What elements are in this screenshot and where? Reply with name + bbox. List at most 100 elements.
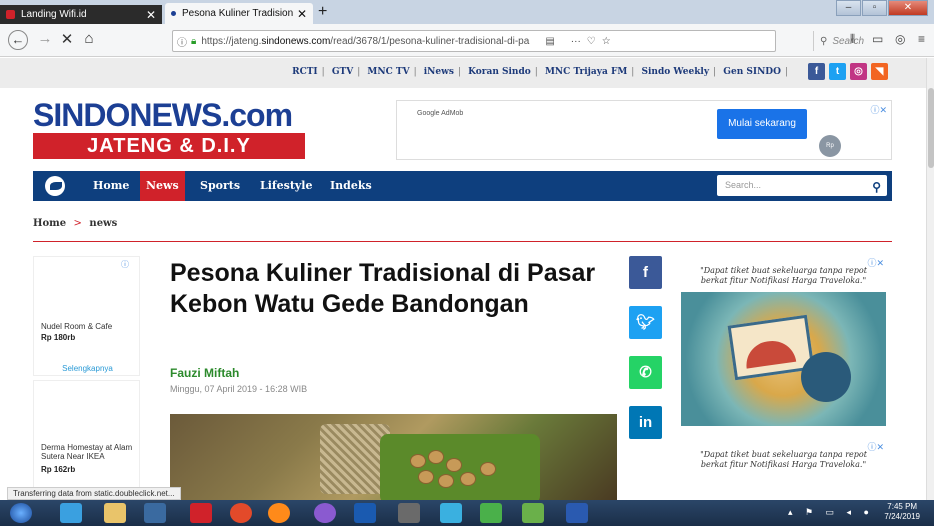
window-controls: – ▫ ✕	[836, 0, 928, 16]
share-whatsapp-button[interactable]: ✆	[629, 356, 662, 389]
close-tab-icon[interactable]: ✕	[146, 8, 156, 22]
word-icon[interactable]	[566, 503, 588, 523]
ad-cta-button[interactable]: Mulai sekarang	[717, 109, 807, 139]
right-ad-traveloka[interactable]: ⓘ✕ "Dapat tiket buat sekeluarga tanpa re…	[681, 440, 886, 500]
ad-shape	[801, 352, 851, 402]
divider	[33, 241, 892, 242]
tools-icon[interactable]	[398, 503, 420, 523]
share-facebook-button[interactable]: f	[629, 256, 662, 289]
left-ad-card[interactable]: ⓘ Nudel Room & Cafe Rp 180rb Selengkapny…	[33, 256, 140, 376]
photo-snack	[418, 470, 434, 484]
right-ad-traveloka[interactable]: ⓘ✕ "Dapat tiket buat sekeluarga tanpa re…	[681, 256, 886, 426]
page-scrollbar[interactable]	[926, 58, 934, 500]
media-player-icon[interactable]	[144, 503, 166, 523]
minimize-button[interactable]: –	[836, 0, 861, 16]
partner-link[interactable]: MNC Trijaya FM	[545, 67, 627, 77]
photo-snack	[438, 474, 454, 488]
forward-button[interactable]: →	[36, 30, 54, 47]
instagram-icon[interactable]: ◎	[850, 63, 867, 80]
nav-lifestyle[interactable]: Lifestyle	[254, 171, 319, 201]
close-tab-icon[interactable]: ✕	[297, 7, 307, 21]
top-ad-banner[interactable]: Google AdMob Mulai sekarang Rp ⓘ✕	[396, 100, 892, 160]
pocket-icon[interactable]: ♡	[587, 36, 596, 47]
file-explorer-icon[interactable]	[104, 503, 126, 523]
maximize-button[interactable]: ▫	[862, 0, 887, 16]
reader-view-icon[interactable]: ▤	[545, 36, 554, 47]
site-search-input[interactable]: Search... ⚲	[717, 175, 887, 196]
home-button[interactable]: ⌂	[80, 30, 98, 47]
library-icon[interactable]: ⫴	[850, 32, 855, 47]
tab-article[interactable]: Pesona Kuliner Tradisional di P ✕	[165, 3, 313, 24]
rss-icon[interactable]: ◥	[871, 63, 888, 80]
url-text[interactable]: https://jateng.sindonews.com/read/3678/1…	[201, 36, 531, 47]
ad-more-link[interactable]: Selengkapnya	[34, 364, 141, 373]
ad-provider: Google AdMob	[417, 110, 464, 117]
info-icon[interactable]: ⓘ	[177, 34, 187, 49]
itunes-icon[interactable]	[314, 503, 336, 523]
share-twitter-button[interactable]: 🐦︎	[629, 306, 662, 339]
ad-text: "Dapat tiket buat sekeluarga tanpa repot…	[700, 450, 867, 469]
logo-wordmark: SINDONEWS.com	[33, 97, 293, 133]
menu-icon[interactable]: ≡	[918, 32, 925, 46]
status-bar: Transferring data from static.doubleclic…	[7, 487, 181, 500]
bluetooth-icon[interactable]	[354, 503, 376, 523]
back-button[interactable]: ←	[8, 30, 28, 50]
chrome-icon[interactable]	[230, 503, 252, 523]
breadcrumb-home[interactable]: Home	[33, 218, 66, 229]
wifi-favicon-icon	[6, 10, 15, 19]
app-icon[interactable]	[440, 503, 462, 523]
nav-indeks[interactable]: Indeks	[324, 171, 378, 201]
breadcrumb-separator: >	[73, 218, 82, 229]
home-logo-icon[interactable]	[45, 176, 65, 196]
lock-icon[interactable]: 🔒︎	[191, 36, 196, 47]
ad-close-icon[interactable]: ⓘ✕	[870, 103, 887, 116]
partner-link[interactable]: MNC TV	[367, 67, 409, 77]
app-icon[interactable]	[480, 503, 502, 523]
partner-link[interactable]: Sindo Weekly	[641, 67, 709, 77]
page-actions-button[interactable]: ···	[571, 36, 581, 47]
partner-link[interactable]: GTV	[332, 67, 353, 77]
ad-listing-price: Rp 180rb	[41, 333, 76, 342]
nav-home[interactable]: Home	[87, 171, 135, 201]
twitter-icon[interactable]: t	[829, 63, 846, 80]
clock[interactable]: 7:45 PM 7/24/2019	[884, 502, 920, 522]
partner-link[interactable]: Gen SINDO	[723, 67, 781, 77]
ad-listing-name: Nudel Room & Cafe	[41, 322, 113, 331]
partner-link[interactable]: RCTI	[292, 67, 318, 77]
facebook-icon[interactable]: f	[808, 63, 825, 80]
close-window-button[interactable]: ✕	[888, 0, 928, 16]
site-logo[interactable]: SINDONEWS.com JATENG & D.I.Y	[33, 99, 305, 159]
linkedin-icon: in	[638, 414, 653, 431]
bookmark-star-icon[interactable]: ☆	[602, 36, 611, 47]
extension-icon[interactable]: ◎	[895, 32, 905, 46]
tab-landing-wifi[interactable]: Landing Wifi.id ✕	[0, 5, 162, 24]
navigation-toolbar: ← → ✕ ⌂ ⓘ 🔒︎ https://jateng.sindonews.co…	[0, 24, 934, 57]
nav-sports[interactable]: Sports	[194, 171, 246, 201]
ad-info-icon[interactable]: ⓘ	[121, 259, 129, 270]
search-icon[interactable]: ⚲	[872, 177, 881, 198]
new-tab-button[interactable]: +	[318, 3, 327, 21]
partner-link[interactable]: iNews	[424, 67, 454, 77]
scrollbar-thumb[interactable]	[928, 88, 934, 168]
partner-link[interactable]: Koran Sindo	[468, 67, 531, 77]
web-page: RCTI | GTV | MNC TV | iNews | Koran Sindo | M…	[0, 58, 926, 500]
photo-snack	[480, 462, 496, 476]
nav-news[interactable]: News	[140, 171, 185, 201]
article-photo	[170, 414, 617, 500]
app-icon[interactable]	[190, 503, 212, 523]
address-bar[interactable]: ⓘ 🔒︎ https://jateng.sindonews.com/read/3…	[172, 30, 864, 52]
share-linkedin-button[interactable]: in	[629, 406, 662, 439]
left-ad-card[interactable]: Derma Homestay at Alam Sutera Near IKEA …	[33, 380, 140, 500]
firefox-icon[interactable]	[268, 503, 290, 523]
stop-button[interactable]: ✕	[58, 30, 76, 48]
internet-explorer-icon[interactable]	[60, 503, 82, 523]
sidebar-icon[interactable]: ▭	[872, 32, 883, 46]
breadcrumb-news[interactable]: news	[89, 218, 117, 229]
ad-illustration	[681, 292, 886, 426]
tab-bar: Landing Wifi.id ✕ Pesona Kuliner Tradisi…	[0, 0, 934, 24]
article-author[interactable]: Fauzi Miftah	[170, 366, 239, 380]
system-tray-icons[interactable]: ▴ ⚑ ▭ ◂ ●	[788, 507, 874, 518]
windows-taskbar: ▴ ⚑ ▭ ◂ ● 7:45 PM 7/24/2019	[0, 500, 934, 526]
app-icon[interactable]	[522, 503, 544, 523]
start-button[interactable]	[10, 503, 32, 523]
